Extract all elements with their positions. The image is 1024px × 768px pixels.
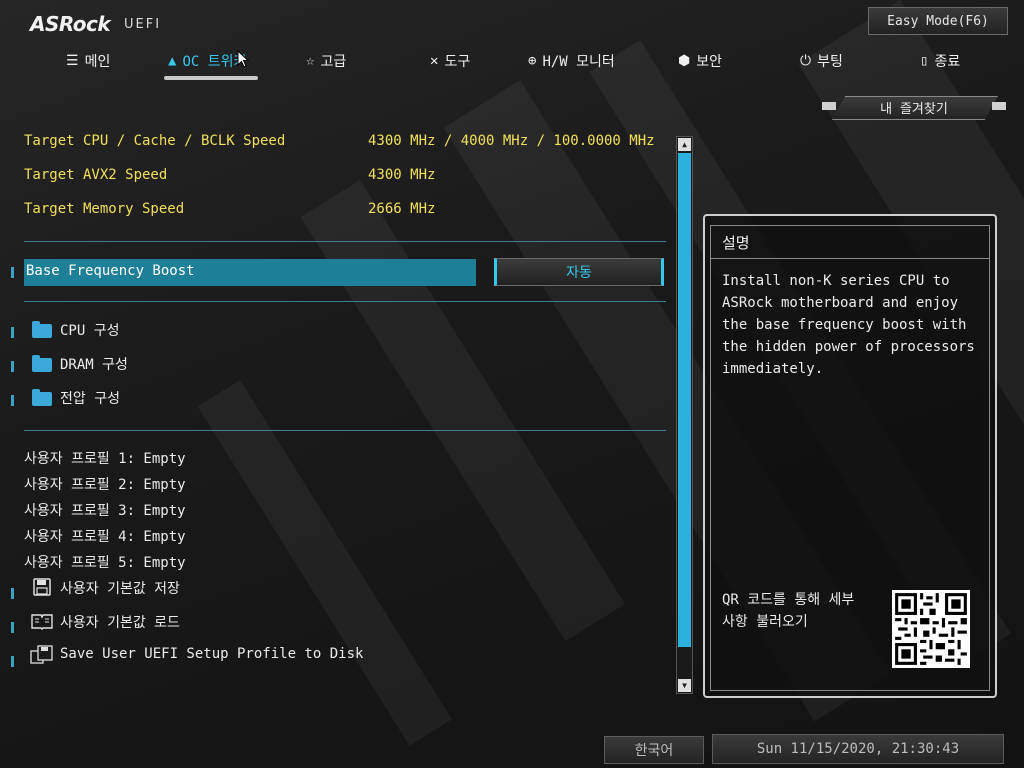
- tab-label: 메인: [84, 54, 111, 70]
- tab-label: 고급: [320, 54, 347, 70]
- tools-icon: ✕: [430, 53, 439, 69]
- folder-icon: [32, 355, 52, 372]
- row-marker: [11, 588, 14, 599]
- row-marker: [11, 395, 14, 406]
- description-text: Install non-K series CPU to ASRock mothe…: [722, 270, 980, 380]
- row-marker: [11, 622, 14, 633]
- divider: [24, 241, 666, 242]
- tab-label: H/W 모니터: [542, 54, 615, 70]
- setting-value-dropdown[interactable]: 자동: [494, 258, 664, 286]
- shield-icon: ⬢: [678, 53, 691, 69]
- description-line: Install non-K series CPU to: [722, 273, 950, 289]
- tab-boot[interactable]: ⏻ 부팅: [800, 50, 843, 72]
- folder-icon: [32, 389, 52, 406]
- folder-voltage-config[interactable]: 전압 구성: [60, 388, 120, 408]
- tab-advanced[interactable]: ☆ 고급: [306, 50, 346, 72]
- tab-label: 보안: [696, 54, 722, 70]
- info-label: Target CPU / Cache / BCLK Speed: [24, 133, 286, 149]
- book-icon: [31, 614, 53, 630]
- star-icon: ☆: [306, 53, 315, 69]
- exit-door-icon: ▯: [920, 53, 929, 69]
- divider: [24, 301, 666, 302]
- save-to-disk-icon: [30, 645, 53, 664]
- folder-dram-config[interactable]: DRAM 구성: [60, 354, 128, 374]
- tab-main[interactable]: ☰ 메인: [66, 50, 110, 72]
- user-profile-4[interactable]: 사용자 프로필 4: Empty: [24, 526, 186, 546]
- favorites-label: 내 즐겨찾기: [880, 102, 948, 117]
- row-marker: [11, 656, 14, 667]
- qr-instruction: QR 코드를 통해 세부 사항 불러오기: [722, 589, 882, 633]
- mouse-cursor-icon: [237, 50, 249, 68]
- user-profile-2[interactable]: 사용자 프로필 2: Empty: [24, 474, 186, 494]
- info-value: 2666 MHz: [368, 201, 436, 217]
- user-profile-1[interactable]: 사용자 프로필 1: Empty: [24, 448, 186, 468]
- description-title: 설명: [722, 234, 750, 252]
- scrollbar-thumb[interactable]: [678, 153, 691, 647]
- info-label: Target AVX2 Speed: [24, 167, 168, 183]
- save-user-defaults[interactable]: 사용자 기본값 저장: [60, 578, 180, 598]
- datetime-display: Sun 11/15/2020, 21:30:43: [712, 734, 1004, 764]
- tab-security[interactable]: ⬢ 보안: [678, 50, 722, 72]
- user-profile-3[interactable]: 사용자 프로필 3: Empty: [24, 500, 186, 520]
- scroll-down-arrow-icon[interactable]: ▼: [678, 679, 691, 692]
- tab-exit[interactable]: ▯ 종료: [920, 50, 960, 72]
- info-label: Target Memory Speed: [24, 201, 185, 217]
- tab-tools[interactable]: ✕ 도구: [430, 50, 470, 72]
- row-marker: [11, 361, 14, 372]
- asrock-logo: ASRock: [30, 12, 111, 36]
- info-value: 4300 MHz / 4000 MHz / 100.0000 MHz: [368, 133, 655, 149]
- power-icon: ⏻: [800, 53, 812, 69]
- uefi-label: UEFI: [124, 17, 162, 32]
- description-divider: [711, 258, 989, 259]
- rocket-icon: ▲: [168, 53, 177, 69]
- description-line: the hidden power of processors: [722, 339, 975, 355]
- user-profile-5[interactable]: 사용자 프로필 5: Empty: [24, 552, 186, 572]
- qr-text-line: 사항 불러오기: [722, 614, 808, 630]
- scroll-up-arrow-icon[interactable]: ▲: [678, 138, 691, 151]
- row-marker: [11, 267, 14, 278]
- easy-mode-button[interactable]: Easy Mode(F6): [868, 7, 1008, 35]
- tab-oc-tweaker[interactable]: ▲ OC 트위커: [168, 50, 246, 72]
- qr-text-line: QR 코드를 통해 세부: [722, 592, 855, 608]
- qr-code-icon: [892, 590, 970, 668]
- tab-hw-monitor[interactable]: ⊕ H/W 모니터: [528, 50, 615, 72]
- folder-cpu-config[interactable]: CPU 구성: [60, 320, 119, 340]
- setting-label: Base Frequency Boost: [26, 263, 195, 279]
- active-tab-indicator: [164, 76, 258, 80]
- description-line: ASRock motherboard and enjoy: [722, 295, 959, 311]
- crosshair-icon: ⊕: [528, 53, 537, 69]
- folder-icon: [32, 321, 52, 338]
- info-value: 4300 MHz: [368, 167, 436, 183]
- load-user-defaults[interactable]: 사용자 기본값 로드: [60, 612, 180, 632]
- language-selector[interactable]: 한국어: [604, 736, 704, 764]
- tab-label: 도구: [444, 54, 471, 70]
- description-line: the base frequency boost with: [722, 317, 967, 333]
- description-line: immediately.: [722, 361, 824, 377]
- divider: [24, 430, 666, 431]
- row-marker: [11, 327, 14, 338]
- floppy-disk-icon: [33, 578, 51, 596]
- save-profile-to-disk[interactable]: Save User UEFI Setup Profile to Disk: [60, 646, 363, 662]
- list-icon: ☰: [66, 53, 79, 69]
- favorites-button[interactable]: 내 즐겨찾기: [822, 94, 1006, 122]
- tab-label: 부팅: [817, 54, 843, 70]
- tab-label: 종료: [934, 54, 961, 70]
